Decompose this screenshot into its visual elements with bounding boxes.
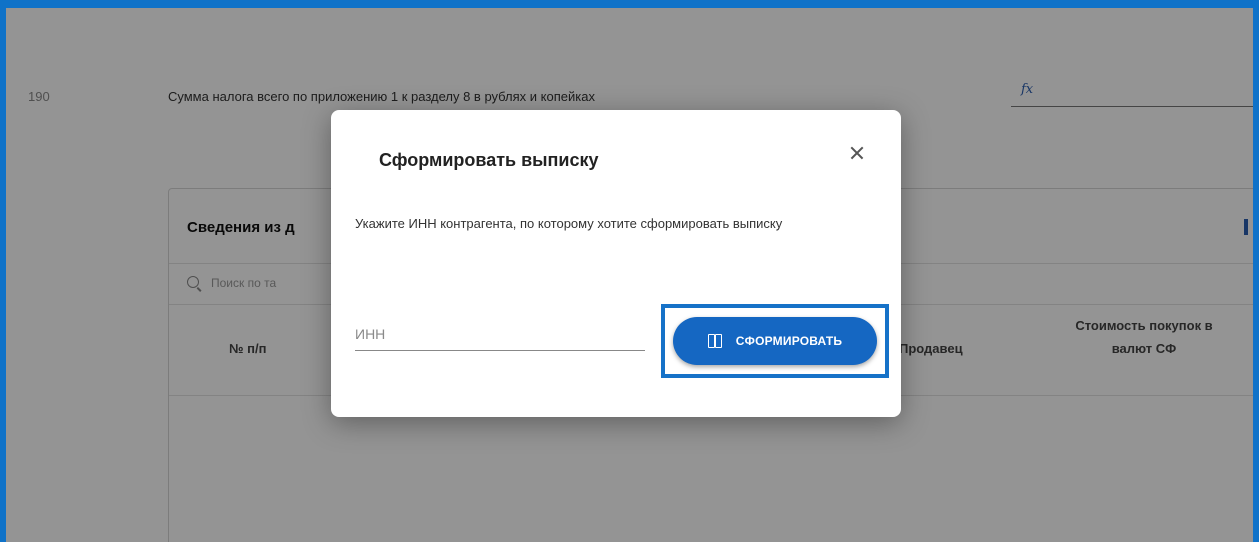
generate-button[interactable]: СФОРМИРОВАТЬ [673,317,877,365]
dialog-title: Сформировать выписку [379,150,599,170]
app-frame: 190 Сумма налога всего по приложению 1 к… [6,8,1253,542]
button-highlight: СФОРМИРОВАТЬ [661,304,889,378]
generate-button-label: СФОРМИРОВАТЬ [735,334,843,348]
inn-input[interactable] [355,320,645,348]
document-icon [707,334,722,348]
inn-field[interactable] [355,320,645,351]
close-icon[interactable] [846,142,868,164]
generate-statement-dialog: Сформировать выписку Укажите ИНН контраг… [331,110,901,417]
dialog-description: Укажите ИНН контрагента, по которому хот… [355,216,783,231]
